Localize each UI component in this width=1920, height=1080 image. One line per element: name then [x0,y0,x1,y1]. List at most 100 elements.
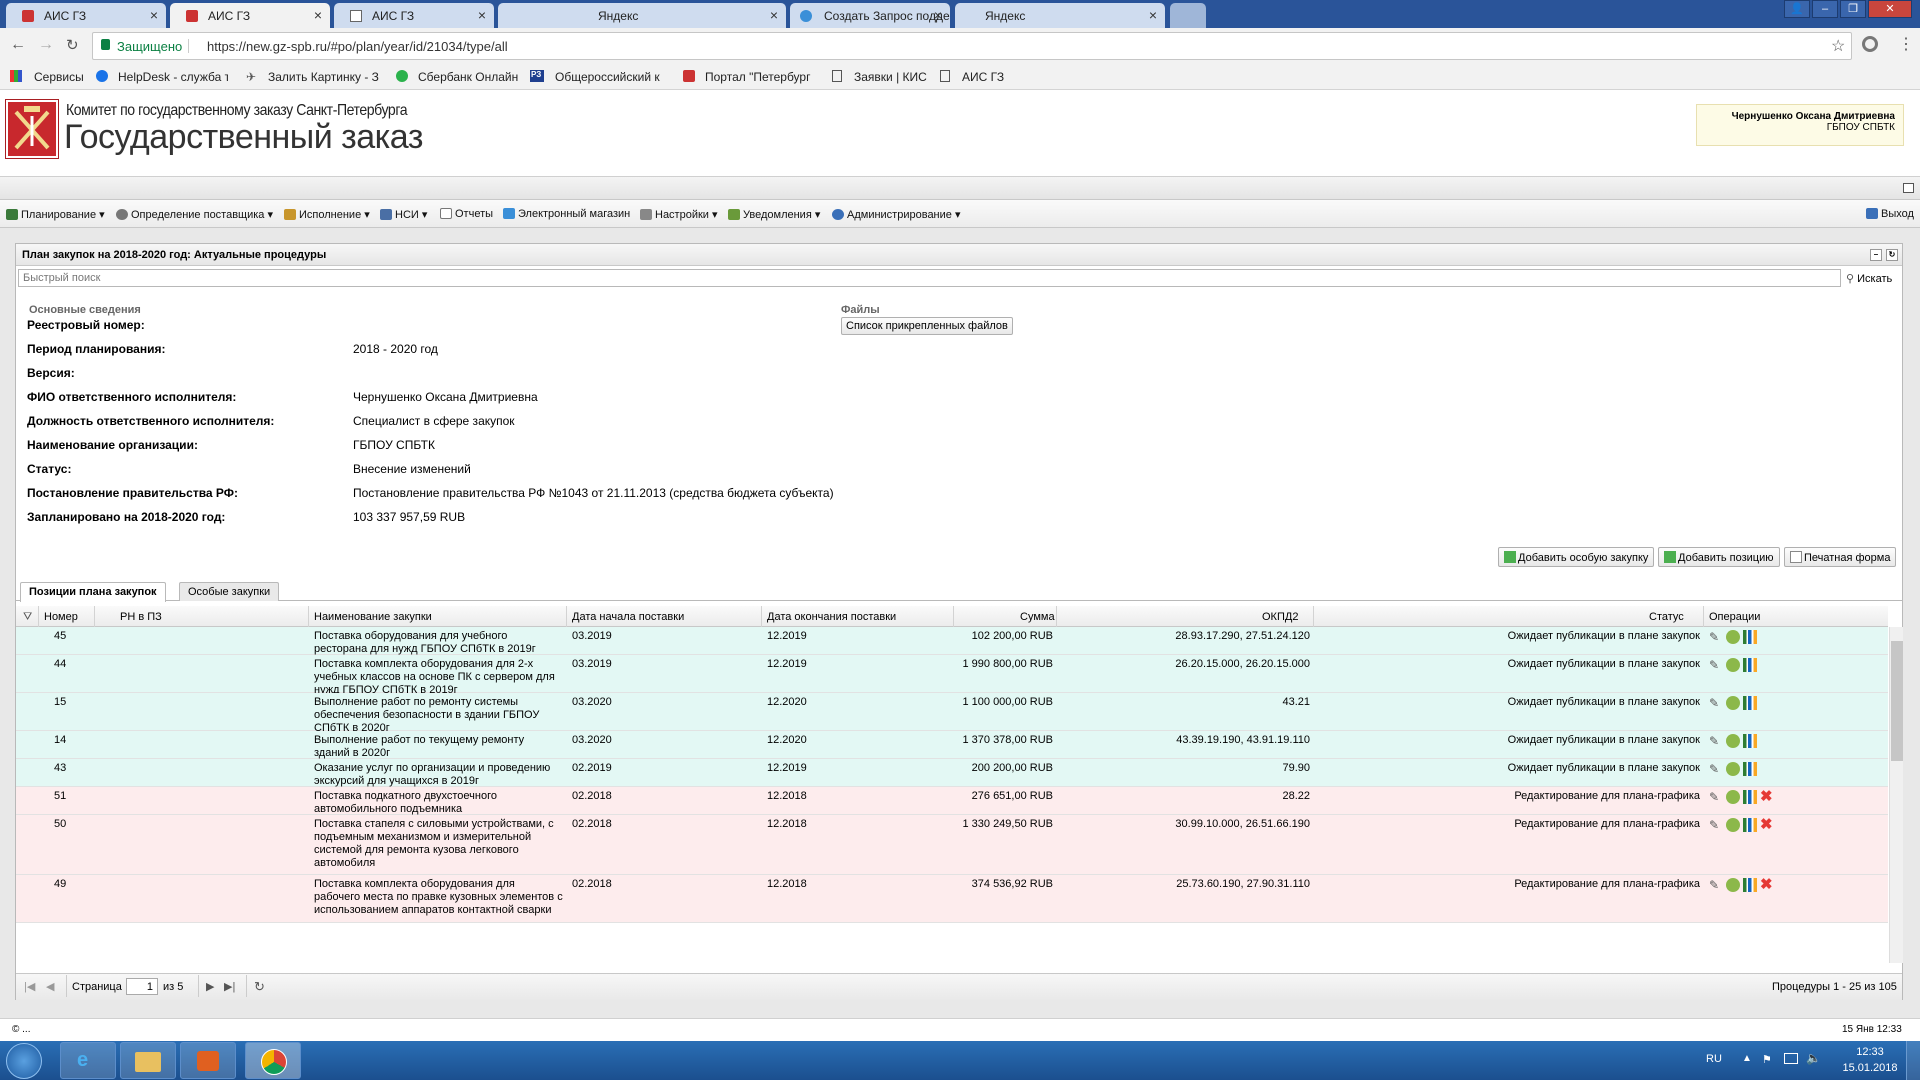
menu-eshop[interactable]: Электронный магазин [503,208,630,220]
flag-icon[interactable]: ⚑ [1762,1053,1772,1066]
language-indicator[interactable]: RU [1706,1053,1722,1065]
next-page-icon[interactable]: ▶ [206,980,214,993]
reload-icon[interactable]: ↻ [66,36,79,54]
menu-execution[interactable]: Исполнение ▾ [284,208,370,221]
workflow-icon[interactable] [1726,630,1740,644]
delete-icon[interactable]: ✖ [1760,817,1774,832]
browser-tab[interactable]: Яндекс × [955,3,1165,28]
browser-tab[interactable]: АИС ГЗ × [334,3,494,28]
attached-files-button[interactable]: Список прикрепленных файлов [841,317,1013,335]
network-icon[interactable] [1784,1053,1798,1064]
workflow-icon[interactable] [1726,734,1740,748]
edit-pencil-icon[interactable]: ✎ [1709,790,1723,804]
search-button[interactable]: ⚲ Искать [1846,272,1892,285]
bookmark-zalit[interactable]: Залить Картинку - З [268,70,380,84]
workflow-icon[interactable] [1726,818,1740,832]
scrollbar-thumb[interactable] [1891,641,1903,761]
collapse-header-icon[interactable] [1903,183,1914,193]
column-okpd2[interactable]: ОКПД2 [1262,611,1298,623]
edit-pencil-icon[interactable]: ✎ [1709,878,1723,892]
clock-date[interactable]: 15.01.2018 [1840,1062,1900,1074]
tab-special-purchases[interactable]: Особые закупки [179,582,280,601]
prev-page-icon[interactable]: ◀ [46,980,54,993]
user-profile-icon[interactable]: 👤 [1784,0,1810,18]
edit-pencil-icon[interactable]: ✎ [1709,630,1723,644]
filter-icon[interactable]: ⛛ [23,611,32,624]
collapse-panel-icon[interactable]: – [1870,249,1882,261]
workflow-icon[interactable] [1726,878,1740,892]
taskbar-media-icon[interactable] [180,1042,236,1079]
bookmark-ais-gz[interactable]: АИС ГЗ [962,70,1004,84]
minimize-icon[interactable]: – [1812,0,1838,18]
menu-settings[interactable]: Настройки ▾ [640,208,718,221]
close-tab-icon[interactable]: × [314,7,322,23]
workflow-icon[interactable] [1726,762,1740,776]
chart-icon[interactable] [1743,790,1757,804]
refresh-panel-icon[interactable]: ↻ [1886,249,1898,261]
clock-time[interactable]: 12:33 [1840,1046,1900,1058]
browser-tab-active[interactable]: АИС ГЗ × [170,3,330,28]
start-button[interactable] [6,1043,42,1079]
bookmark-services[interactable]: Сервисы [34,70,84,84]
column-end-date[interactable]: Дата окончания поставки [767,611,896,623]
add-position-button[interactable]: Добавить позицию [1658,547,1780,567]
chart-icon[interactable] [1743,630,1757,644]
bookmark-portal[interactable]: Портал "Петербург [705,70,817,84]
chart-icon[interactable] [1743,696,1757,710]
edit-pencil-icon[interactable]: ✎ [1709,734,1723,748]
url-text[interactable]: https://new.gz-spb.ru/#po/plan/year/id/2… [207,39,508,54]
taskbar-explorer-icon[interactable] [120,1042,176,1079]
tab-plan-positions[interactable]: Позиции плана закупок [20,582,166,602]
bookmark-star-icon[interactable]: ☆ [1831,36,1845,56]
menu-supplier[interactable]: Определение поставщика ▾ [116,208,273,221]
logout-button[interactable]: Выход [1866,208,1914,220]
bookmark-helpdesk[interactable]: HelpDesk - служба т [118,70,228,84]
column-start-date[interactable]: Дата начала поставки [572,611,684,623]
taskbar-chrome-icon[interactable] [245,1042,301,1079]
bookmark-obshcheross[interactable]: Общероссийский к [555,70,667,84]
new-tab-button[interactable] [1170,3,1206,28]
address-bar[interactable]: Защищено https://new.gz-spb.ru/#po/plan/… [92,32,1852,60]
column-number[interactable]: Номер [44,611,78,623]
show-desktop-button[interactable] [1906,1041,1920,1080]
chrome-menu-icon[interactable]: ⋮ [1898,34,1914,54]
workflow-icon[interactable] [1726,790,1740,804]
browser-tab[interactable]: Яндекс × [498,3,786,28]
menu-admin[interactable]: Администрирование ▾ [832,208,960,221]
close-tab-icon[interactable]: × [150,7,158,23]
column-rn[interactable]: РН в ПЗ [120,611,162,623]
chart-icon[interactable] [1743,762,1757,776]
back-icon[interactable]: ← [10,36,26,54]
close-tab-icon[interactable]: × [934,7,942,23]
close-window-icon[interactable]: ✕ [1868,0,1912,18]
bookmark-sberbank[interactable]: Сбербанк Онлайн [418,70,518,84]
edit-pencil-icon[interactable]: ✎ [1709,696,1723,710]
table-row[interactable]: 43 Оказание услуг по организации и прове… [16,759,1888,787]
grid-scrollbar[interactable] [1889,627,1903,963]
column-name[interactable]: Наименование закупки [314,611,432,623]
table-row[interactable]: 14 Выполнение работ по текущему ремонту … [16,731,1888,759]
close-tab-icon[interactable]: × [478,7,486,23]
tray-arrow-icon[interactable]: ▲ [1742,1053,1752,1064]
page-number-input[interactable]: 1 [126,978,158,995]
close-tab-icon[interactable]: × [1149,7,1157,23]
quick-search-input[interactable]: Быстрый поиск [18,269,1841,287]
edit-pencil-icon[interactable]: ✎ [1709,762,1723,776]
volume-icon[interactable]: 🔈 [1806,1051,1821,1065]
maximize-icon[interactable]: ❐ [1840,0,1866,18]
table-row[interactable]: 49 Поставка комплекта оборудования для р… [16,875,1888,923]
edit-pencil-icon[interactable]: ✎ [1709,658,1723,672]
table-row[interactable]: 51 Поставка подкатного двухстоечного авт… [16,787,1888,815]
edit-pencil-icon[interactable]: ✎ [1709,818,1723,832]
menu-reports[interactable]: Отчеты [440,208,493,220]
forward-icon[interactable]: → [38,36,54,54]
column-sum[interactable]: Сумма [1020,611,1055,623]
extension-icon[interactable] [1862,36,1878,52]
table-row[interactable]: 50 Поставка стапеля с силовыми устройств… [16,815,1888,875]
first-page-icon[interactable]: |◀ [24,980,35,993]
browser-tab[interactable]: Создать Запрос поддер × [790,3,950,28]
last-page-icon[interactable]: ▶| [224,980,235,993]
workflow-icon[interactable] [1726,658,1740,672]
refresh-icon[interactable]: ↻ [254,979,265,995]
delete-icon[interactable]: ✖ [1760,877,1774,892]
